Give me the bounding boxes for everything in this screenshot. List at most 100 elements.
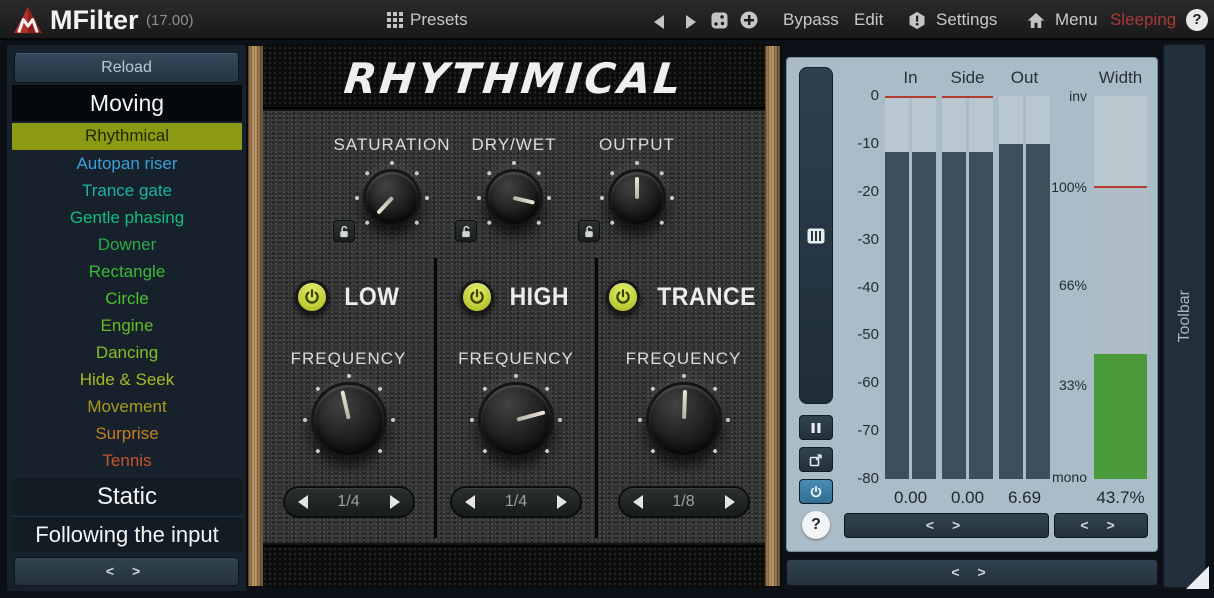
preset-list: Rhythmical Autopan riser Trance gate Gen… <box>12 123 242 474</box>
high-frequency-label: FREQUENCY <box>437 348 595 370</box>
meter-hscrollbar[interactable]: < > <box>844 513 1049 538</box>
rate-prev-icon[interactable] <box>465 495 475 509</box>
group-header-following[interactable]: Following the input <box>12 516 242 552</box>
presets-grid-icon[interactable] <box>386 11 404 29</box>
high-label: HIGH <box>510 283 569 312</box>
home-icon[interactable] <box>1027 11 1045 29</box>
preset-item[interactable]: Trance gate <box>12 177 242 204</box>
melda-logo-icon <box>13 6 43 39</box>
knob-pointer <box>483 167 545 229</box>
output-label: OUTPUT <box>557 134 717 156</box>
db-tick: -70 <box>827 422 879 440</box>
trance-frequency-knob[interactable] <box>646 382 722 458</box>
next-preset-icon[interactable] <box>682 13 700 31</box>
preset-item[interactable]: Surprise <box>12 420 242 447</box>
trance-frequency-label: FREQUENCY <box>598 348 769 370</box>
rate-prev-icon[interactable] <box>633 495 643 509</box>
lock-icon[interactable] <box>455 220 477 242</box>
edit-button[interactable]: Edit <box>854 0 883 40</box>
low-power-button[interactable] <box>295 280 329 314</box>
meter-in-peak <box>885 96 936 98</box>
section-low: LOW FREQUENCY 1/4 <box>263 258 434 558</box>
preset-item-selected[interactable]: Rhythmical <box>12 123 242 150</box>
db-tick: -10 <box>827 135 879 153</box>
output-knob[interactable] <box>608 169 666 227</box>
random-preset-dice-icon[interactable] <box>710 11 728 29</box>
preset-item[interactable]: Movement <box>12 393 242 420</box>
high-power-button[interactable] <box>460 280 494 314</box>
group-header-moving[interactable]: Moving <box>12 85 242 121</box>
toolbar-strip[interactable]: Toolbar <box>1163 44 1206 588</box>
rate-next-icon[interactable] <box>390 495 400 509</box>
preset-item[interactable]: Tennis <box>12 447 242 474</box>
group-header-static[interactable]: Static <box>12 478 242 515</box>
preset-item[interactable]: Circle <box>12 285 242 312</box>
toolbar-label: Toolbar <box>1176 290 1194 342</box>
knob-tick-dots <box>355 161 429 235</box>
menu-button[interactable]: Menu <box>1055 0 1098 40</box>
trance-rate-selector[interactable]: 1/8 <box>618 486 750 518</box>
preset-item[interactable]: Gentle phasing <box>12 204 242 231</box>
resize-handle[interactable] <box>1186 566 1209 589</box>
top-bar: MFilter (17.00) Presets Bypass Edit <box>0 0 1214 40</box>
sidebar-hscrollbar[interactable]: < > <box>14 557 239 586</box>
preset-item[interactable]: Dancing <box>12 339 242 366</box>
panel-hscrollbar[interactable]: < > <box>786 559 1158 586</box>
lock-icon[interactable] <box>333 220 355 242</box>
sleeping-indicator[interactable]: Sleeping <box>1110 0 1176 40</box>
meter-header-in: In <box>885 68 936 87</box>
bypass-button[interactable]: Bypass <box>783 0 839 40</box>
drywet-knob[interactable] <box>485 169 543 227</box>
reload-button[interactable]: Reload <box>14 53 239 83</box>
meter-width-peak <box>1094 186 1147 188</box>
meter-width-fill <box>1094 354 1147 479</box>
preset-sidebar: Reload Moving Rhythmical Autopan riser T… <box>6 44 247 592</box>
high-rate-selector[interactable]: 1/4 <box>450 486 582 518</box>
saturation-knob[interactable] <box>363 169 421 227</box>
lock-icon[interactable] <box>578 220 600 242</box>
prev-preset-icon[interactable] <box>650 13 668 31</box>
meter-help-button[interactable]: ? <box>802 511 830 539</box>
preset-item[interactable]: Engine <box>12 312 242 339</box>
meter-width <box>1094 96 1147 479</box>
high-frequency-knob[interactable] <box>478 382 554 458</box>
knob-pointer <box>611 172 663 224</box>
meter-out-left-fill <box>999 144 1023 479</box>
warning-hexagon-icon[interactable] <box>908 11 926 29</box>
meter-header-out: Out <box>999 68 1050 87</box>
trance-rate-value: 1/8 <box>672 493 694 510</box>
width-hscrollbar[interactable]: < > <box>1054 513 1148 538</box>
low-frequency-label: FREQUENCY <box>263 348 434 370</box>
meter-side-value: 0.00 <box>942 488 993 507</box>
knob-pointer <box>355 161 428 234</box>
db-tick: -50 <box>827 326 879 344</box>
presets-button[interactable]: Presets <box>410 0 468 40</box>
add-preset-icon[interactable] <box>740 11 758 29</box>
output-knob-unit: OUTPUT <box>557 134 717 264</box>
trance-label: TRANCE <box>658 283 757 312</box>
width-scale-label: mono <box>1035 469 1087 486</box>
low-label: LOW <box>344 283 399 312</box>
meter-header-side: Side <box>942 68 993 87</box>
preset-item[interactable]: Downer <box>12 231 242 258</box>
knob-pointer <box>307 378 391 462</box>
low-rate-selector[interactable]: 1/4 <box>283 486 415 518</box>
rate-next-icon[interactable] <box>557 495 567 509</box>
knob-tick-dots <box>638 374 730 466</box>
preset-item[interactable]: Autopan riser <box>12 150 242 177</box>
low-frequency-knob[interactable] <box>311 382 387 458</box>
preset-item[interactable]: Rectangle <box>12 258 242 285</box>
meter-in <box>885 96 936 479</box>
rate-prev-icon[interactable] <box>298 495 308 509</box>
meter-panel: ? 0 -10 -20 -30 -40 -50 -60 -70 -80 In S… <box>786 57 1158 552</box>
trance-power-button[interactable] <box>606 280 640 314</box>
rate-next-icon[interactable] <box>725 495 735 509</box>
help-button[interactable]: ? <box>1186 9 1208 31</box>
width-scale-label: 33% <box>1035 377 1087 394</box>
settings-button[interactable]: Settings <box>936 0 997 40</box>
preset-item[interactable]: Hide & Seek <box>12 366 242 393</box>
meter-popout-button[interactable] <box>799 447 833 472</box>
device-face: RHYTHMICAL SATURATION DRY/WET <box>263 46 765 586</box>
db-tick: -80 <box>827 470 879 488</box>
db-tick: 0 <box>827 87 879 105</box>
